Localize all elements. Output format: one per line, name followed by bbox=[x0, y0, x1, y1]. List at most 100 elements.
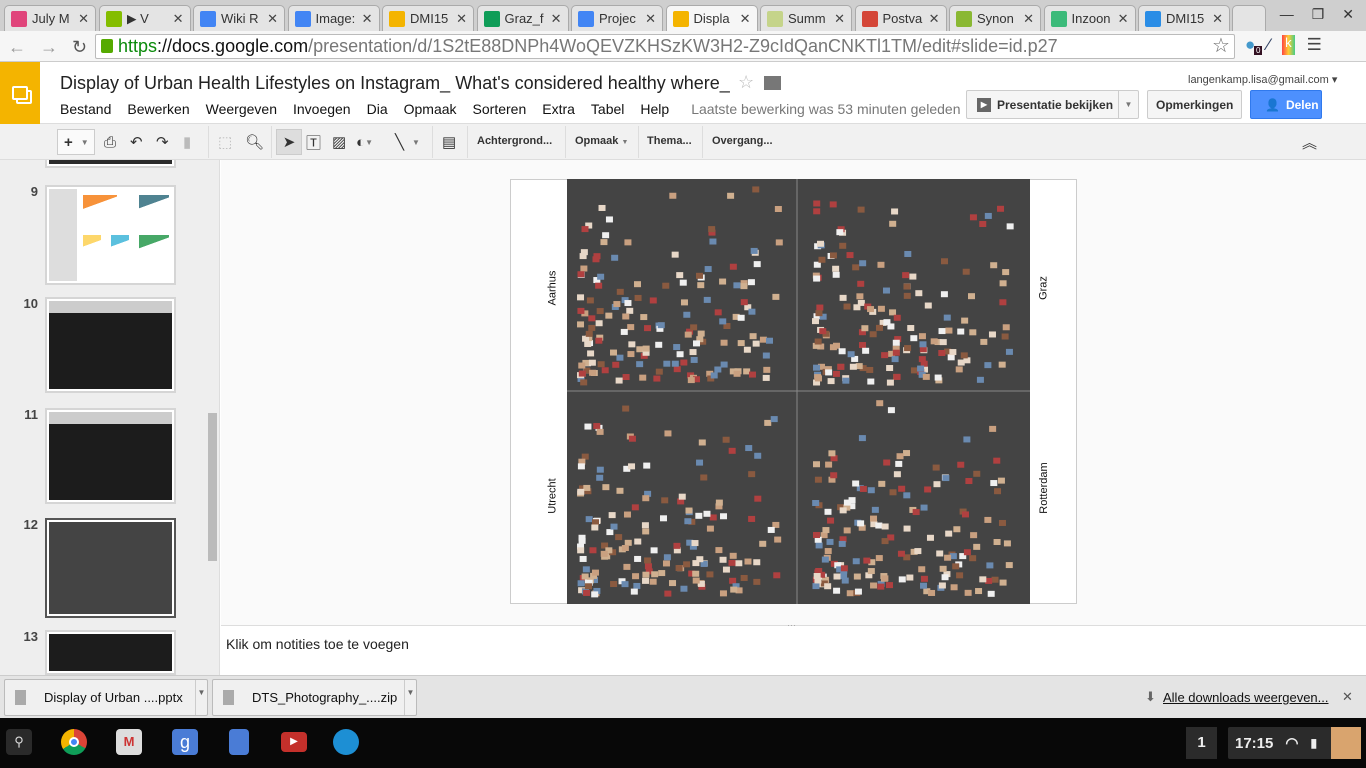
menu-icon[interactable]: ☰ bbox=[1307, 35, 1322, 55]
close-tab-icon[interactable]: ✕ bbox=[1212, 11, 1223, 27]
slide-thumbnail-9[interactable] bbox=[45, 185, 176, 285]
menu-tabel[interactable]: Tabel bbox=[591, 101, 624, 117]
download-menu-icon[interactable]: ▼ bbox=[195, 680, 207, 715]
fit-icon[interactable]: ⬚ bbox=[218, 129, 232, 155]
close-tab-icon[interactable]: ✕ bbox=[929, 11, 940, 27]
reload-icon[interactable]: ↻ bbox=[72, 37, 87, 58]
browser-tab[interactable]: Wiki R ✕ bbox=[193, 5, 285, 31]
last-edit-status[interactable]: Laatste bewerking was 53 minuten geleden bbox=[691, 101, 960, 117]
download-item[interactable]: DTS_Photography_....zip ▼ bbox=[212, 679, 417, 716]
show-all-downloads-link[interactable]: Alle downloads weergeven... bbox=[1163, 690, 1329, 705]
transition-button[interactable]: Overgang... bbox=[712, 135, 773, 147]
comment-icon[interactable]: ▤ bbox=[442, 129, 456, 155]
filmstrip-scrollbar[interactable] bbox=[208, 413, 217, 561]
shape-icon[interactable]: ◐ ▼ bbox=[356, 129, 373, 155]
image-icon[interactable]: ▨ bbox=[332, 129, 346, 155]
close-icon[interactable]: ✕ bbox=[1342, 6, 1354, 23]
line-icon[interactable]: ╲ ▼ bbox=[395, 129, 420, 155]
browser-tab[interactable]: Image: ✕ bbox=[287, 5, 380, 31]
menu-bestand[interactable]: Bestand bbox=[60, 101, 111, 117]
close-tab-icon[interactable]: ✕ bbox=[173, 11, 184, 27]
close-tab-icon[interactable]: ✕ bbox=[740, 11, 751, 27]
url-input[interactable]: https://docs.google.com/presentation/d/1… bbox=[95, 34, 1235, 59]
slide-thumbnail-8[interactable] bbox=[45, 160, 176, 168]
zoom-icon[interactable]: 🔍︎ bbox=[245, 129, 264, 155]
menu-bewerken[interactable]: Bewerken bbox=[127, 101, 189, 117]
kanbanflow-icon[interactable]: k bbox=[1282, 35, 1295, 55]
download-menu-icon[interactable]: ▼ bbox=[404, 680, 416, 715]
select-icon[interactable]: ➤ bbox=[276, 129, 302, 155]
close-tab-icon[interactable]: ✕ bbox=[78, 11, 89, 27]
close-tab-icon[interactable]: ✕ bbox=[645, 11, 656, 27]
browser-tab[interactable]: Postva ✕ bbox=[854, 5, 947, 31]
browser-tab[interactable]: Displa ✕ bbox=[665, 5, 758, 31]
browser-tab[interactable]: ▶ V ✕ bbox=[98, 5, 191, 31]
chrome-icon[interactable] bbox=[61, 729, 87, 755]
close-tab-icon[interactable]: ✕ bbox=[1118, 11, 1129, 27]
browser-tab[interactable]: DMI15 ✕ bbox=[382, 5, 474, 31]
close-tab-icon[interactable]: ✕ bbox=[1023, 11, 1034, 27]
slide-thumbnail-11[interactable] bbox=[45, 408, 176, 504]
youtube-icon[interactable]: ▶ bbox=[281, 732, 307, 752]
undo-icon[interactable]: ↶ bbox=[130, 129, 143, 155]
slides-logo[interactable] bbox=[0, 62, 40, 124]
notes-placeholder[interactable]: Klik om notities toe te voegen bbox=[226, 636, 409, 652]
launcher-search-icon[interactable]: ⚲ bbox=[6, 729, 32, 755]
menu-dia[interactable]: Dia bbox=[367, 101, 388, 117]
slide-thumbnail-10[interactable] bbox=[45, 297, 176, 393]
download-item[interactable]: Display of Urban ....pptx ▼ bbox=[4, 679, 208, 716]
close-tab-icon[interactable]: ✕ bbox=[267, 11, 278, 27]
gmail-icon[interactable]: M bbox=[116, 729, 142, 755]
status-tray[interactable]: 17:15 ◠ ▮ bbox=[1228, 727, 1338, 759]
menu-extra[interactable]: Extra bbox=[542, 101, 575, 117]
textbox-icon[interactable]: 🅃 bbox=[306, 129, 321, 155]
menu-opmaak[interactable]: Opmaak bbox=[404, 101, 457, 117]
bookmark-star-icon[interactable]: ☆ bbox=[1212, 33, 1230, 58]
share-button[interactable]: 👤 Delen bbox=[1250, 90, 1322, 119]
redo-icon[interactable]: ↷ bbox=[156, 129, 169, 155]
ghostery-icon[interactable]: ● 0 bbox=[1245, 35, 1263, 55]
present-dropdown[interactable]: ▼ bbox=[1118, 91, 1138, 118]
back-icon[interactable]: ← bbox=[8, 37, 26, 58]
eyedropper-icon[interactable]: ⁄ bbox=[1267, 35, 1270, 55]
paint-format-icon[interactable]: ▮ bbox=[183, 129, 191, 155]
comments-button[interactable]: Opmerkingen bbox=[1147, 90, 1243, 119]
close-tab-icon[interactable]: ✕ bbox=[834, 11, 845, 27]
close-download-bar-icon[interactable]: ✕ bbox=[1342, 689, 1353, 705]
browser-tab[interactable]: DMI15 ✕ bbox=[1138, 5, 1230, 31]
theme-button[interactable]: Thema... bbox=[647, 135, 692, 147]
files-icon[interactable] bbox=[333, 729, 359, 755]
menu-help[interactable]: Help bbox=[640, 101, 669, 117]
browser-tab[interactable]: Synon ✕ bbox=[949, 5, 1041, 31]
google-search-icon[interactable]: g bbox=[172, 729, 198, 755]
google-docs-icon[interactable] bbox=[229, 729, 249, 755]
menu-weergeven[interactable]: Weergeven bbox=[206, 101, 277, 117]
folder-icon[interactable] bbox=[764, 75, 782, 90]
collapse-icon[interactable]: ︽ bbox=[1302, 129, 1317, 155]
print-icon[interactable]: ⎙ bbox=[104, 129, 116, 155]
notification-count[interactable]: 1 bbox=[1186, 727, 1217, 759]
new-slide-button[interactable]: + ▼ bbox=[57, 129, 95, 155]
forward-icon[interactable]: → bbox=[40, 37, 58, 58]
background-button[interactable]: Achtergrond... bbox=[477, 135, 552, 147]
close-tab-icon[interactable]: ✕ bbox=[362, 11, 373, 27]
star-icon[interactable]: ☆ bbox=[738, 72, 754, 93]
present-button[interactable]: ▶ Presentatie bekijken ▼ bbox=[966, 90, 1139, 119]
menu-sorteren[interactable]: Sorteren bbox=[473, 101, 527, 117]
browser-tab[interactable]: July M ✕ bbox=[4, 5, 96, 31]
new-tab-button[interactable] bbox=[1232, 5, 1266, 31]
layout-button[interactable]: Opmaak ▼ bbox=[575, 135, 628, 147]
document-title[interactable]: Display of Urban Health Lifestyles on In… bbox=[60, 73, 730, 94]
browser-tab[interactable]: Inzoon ✕ bbox=[1043, 5, 1136, 31]
browser-tab[interactable]: Graz_f ✕ bbox=[476, 5, 569, 31]
close-tab-icon[interactable]: ✕ bbox=[456, 11, 467, 27]
account-email[interactable]: langenkamp.lisa@gmail.com ▾ bbox=[1188, 73, 1337, 86]
slide-thumbnail-13[interactable] bbox=[45, 630, 176, 675]
browser-tab[interactable]: Summ ✕ bbox=[760, 5, 852, 31]
slide-thumbnail-12[interactable] bbox=[45, 518, 176, 618]
menu-invoegen[interactable]: Invoegen bbox=[293, 101, 351, 117]
user-avatar[interactable] bbox=[1331, 727, 1361, 759]
resize-handle[interactable]: ⋯ bbox=[787, 620, 796, 631]
minimize-icon[interactable]: — bbox=[1280, 6, 1294, 23]
browser-tab[interactable]: Projec ✕ bbox=[571, 5, 663, 31]
